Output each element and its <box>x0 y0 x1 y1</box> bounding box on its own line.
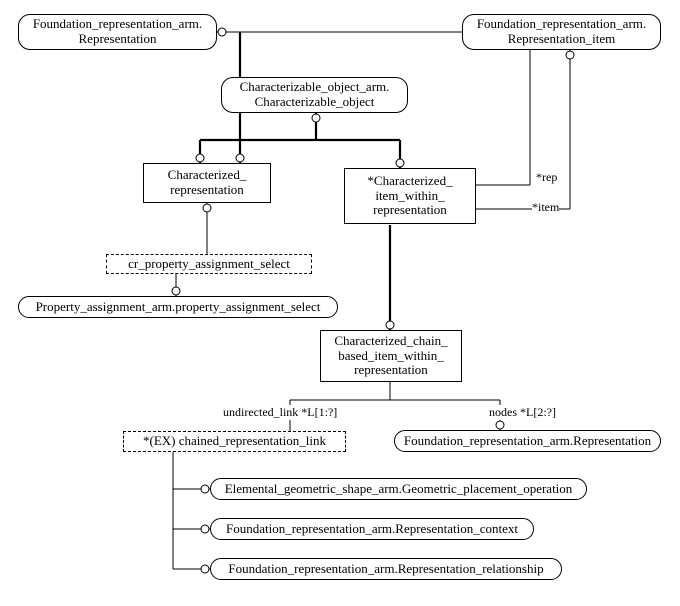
entity-geometric-placement-operation: Elemental_geometric_shape_arm.Geometric_… <box>210 478 587 500</box>
entity-label: Characterized_chain_based_item_within_re… <box>334 334 447 379</box>
entity-property-assignment-select: Property_assignment_arm.property_assignm… <box>18 296 338 318</box>
attr-item-label: *item <box>532 200 559 215</box>
entity-label: Foundation_representation_arm.Representa… <box>477 17 646 47</box>
entity-label: Foundation_representation_arm.Representa… <box>228 562 543 577</box>
entity-label: Foundation_representation_arm.Representa… <box>404 434 651 449</box>
attr-undirected-link-label: undirected_link *L[1:?] <box>223 405 337 420</box>
entity-representation-relationship: Foundation_representation_arm.Representa… <box>210 558 562 580</box>
entity-representation-context: Foundation_representation_arm.Representa… <box>210 518 534 540</box>
select-cr-property-assignment-select: cr_property_assignment_select <box>106 254 312 274</box>
expressg-diagram: Foundation_representation_arm.Representa… <box>0 0 680 606</box>
entity-label: Characterized_representation <box>168 168 247 198</box>
select-chained-representation-link: *(EX) chained_representation_link <box>123 431 346 452</box>
entity-characterizable-object: Characterizable_object_arm.Characterizab… <box>221 77 408 113</box>
entity-characterized-representation: Characterized_representation <box>143 163 271 203</box>
entity-label: Elemental_geometric_shape_arm.Geometric_… <box>225 482 573 497</box>
select-label: cr_property_assignment_select <box>128 257 290 272</box>
attr-rep-label: *rep <box>536 170 557 185</box>
entity-label: *Characterized_item_within_representatio… <box>367 174 452 219</box>
entity-foundation-representation-ref: Foundation_representation_arm.Representa… <box>394 430 661 452</box>
entity-characterized-item-within-representation: *Characterized_item_within_representatio… <box>344 168 476 224</box>
entity-foundation-representation-item: Foundation_representation_arm.Representa… <box>462 14 661 50</box>
entity-characterized-chain-based-item-within-representation: Characterized_chain_based_item_within_re… <box>320 330 462 382</box>
entity-label: Characterizable_object_arm.Characterizab… <box>240 80 390 110</box>
entity-label: Foundation_representation_arm.Representa… <box>226 522 518 537</box>
entity-label: Foundation_representation_arm.Representa… <box>33 17 202 47</box>
attr-nodes-label: nodes *L[2:?] <box>489 405 556 420</box>
entity-foundation-representation: Foundation_representation_arm.Representa… <box>18 14 217 50</box>
select-label: *(EX) chained_representation_link <box>143 434 326 449</box>
entity-label: Property_assignment_arm.property_assignm… <box>36 300 321 315</box>
